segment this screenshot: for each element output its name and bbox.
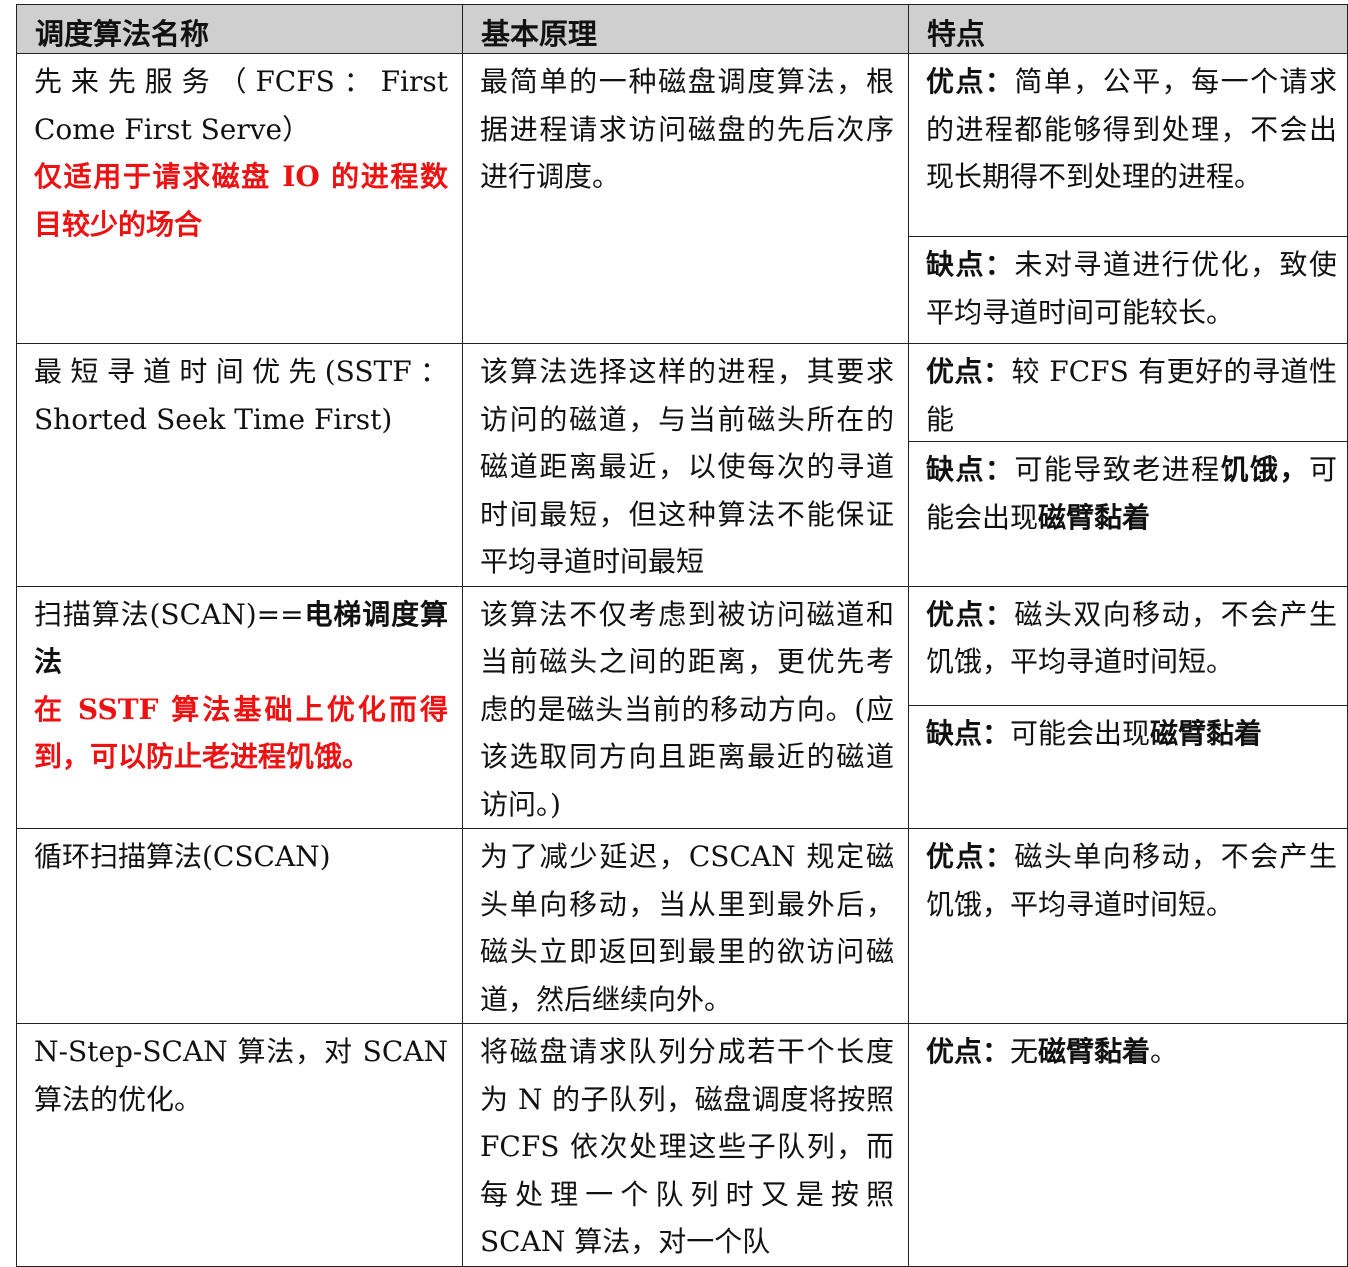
cons-text: 可能会出现 <box>1010 716 1151 750</box>
principle-cell: 该算法不仅考虑到被访问磁道和当前磁头之间的距离，更优先考虑的是磁头当前的移动方向… <box>462 585 909 829</box>
table-row: 循环扫描算法(CSCAN) 为了减少延迟，CSCAN 规定磁头单向移动，当从里到… <box>16 828 1348 1024</box>
principle-cell: 为了减少延迟，CSCAN 规定磁头单向移动，当从里到最外后，磁头立即返回到最里的… <box>462 828 909 1024</box>
pros-label: 优点： <box>926 355 1012 388</box>
algorithm-name: 扫描算法(SCAN)== <box>34 597 304 631</box>
principle-text: 该算法不仅考虑到被访问磁道和当前磁头之间的距离，更优先考虑的是磁头当前的移动方向… <box>480 597 894 821</box>
algorithm-name-cell: 先来先服务（FCFS：First Come First Serve） 仅适用于请… <box>16 53 463 344</box>
pros-label: 优点： <box>926 840 1015 873</box>
cons-text: 可能导致老进程 <box>1014 453 1221 486</box>
principle-cell: 该算法选择这样的进程，其要求访问的磁道，与当前磁头所在的磁道距离最近，以使每次的… <box>462 343 909 587</box>
pros-section: 优点：无磁臂黏着。 <box>909 1024 1347 1080</box>
principle-cell: 最简单的一种磁盘调度算法，根据进程请求访问磁盘的先后次序进行调度。 <box>462 53 909 344</box>
cons-label: 缺点： <box>926 716 1011 750</box>
algorithm-name: 循环扫描算法(CSCAN) <box>34 840 331 873</box>
algorithm-name-cell: 循环扫描算法(CSCAN) <box>16 828 463 1024</box>
pros-label: 优点： <box>926 1035 1011 1068</box>
pros-section: 优点：磁头双向移动，不会产生饥饿，平均寻道时间短。 <box>909 587 1347 705</box>
header-algorithm-name: 调度算法名称 <box>16 4 463 54</box>
algorithm-name: 最短寻道时间优先(SSTF：Shorted Seek Time First) <box>34 355 448 436</box>
algorithm-note: 在 SSTF 算法基础上优化而得到，可以防止老进程饥饿。 <box>34 692 448 774</box>
table-row: 先来先服务（FCFS：First Come First Serve） 仅适用于请… <box>16 53 1348 344</box>
algorithm-table: 调度算法名称 基本原理 特点 先来先服务（FCFS：First Come Fir… <box>16 4 1348 1267</box>
algorithm-name: N-Step-SCAN 算法，对 SCAN 算法的优化。 <box>34 1035 448 1116</box>
table-row: 扫描算法(SCAN)==电梯调度算法 在 SSTF 算法基础上优化而得到，可以防… <box>16 585 1348 829</box>
table-row: N-Step-SCAN 算法，对 SCAN 算法的优化。 将磁盘请求队列分成若干… <box>16 1023 1348 1267</box>
pros-label: 优点： <box>926 65 1015 98</box>
cons-section: 缺点：未对寻道进行优化，致使平均寻道时间可能较长。 <box>909 236 1347 340</box>
algorithm-name-cell: 最短寻道时间优先(SSTF：Shorted Seek Time First) <box>16 343 463 587</box>
features-cell: 优点：磁头双向移动，不会产生饥饿，平均寻道时间短。 缺点：可能会出现磁臂黏着 <box>908 585 1348 829</box>
table-row: 最短寻道时间优先(SSTF：Shorted Seek Time First) 该… <box>16 343 1348 587</box>
pros-label: 优点： <box>926 597 1015 631</box>
principle-text: 该算法选择这样的进程，其要求访问的磁道，与当前磁头所在的磁道距离最近，以使每次的… <box>480 355 894 578</box>
header-principle: 基本原理 <box>462 4 909 54</box>
principle-text: 将磁盘请求队列分成若干个长度为 N 的子队列，磁盘调度将按照 FCFS 依次处理… <box>480 1035 894 1258</box>
features-cell: 优点：较 FCFS 有更好的寻道性能 缺点：可能导致老进程饥饿，可能会出现磁臂黏… <box>908 343 1348 587</box>
cons-bold-text: 磁臂黏着 <box>1150 716 1263 750</box>
algorithm-name-cell: 扫描算法(SCAN)==电梯调度算法 在 SSTF 算法基础上优化而得到，可以防… <box>16 585 463 829</box>
algorithm-name: 先来先服务（FCFS：First Come First Serve） <box>34 65 448 146</box>
header-row: 调度算法名称 基本原理 特点 <box>16 4 1348 54</box>
algorithm-name-cell: N-Step-SCAN 算法，对 SCAN 算法的优化。 <box>16 1023 463 1267</box>
pros-section: 优点：简单，公平，每一个请求的进程都能够得到处理，不会出现长期得不到处理的进程。 <box>909 54 1347 236</box>
cons-bold-text: 磁臂黏着 <box>1038 500 1151 534</box>
features-cell: 优点：磁头单向移动，不会产生饥饿，平均寻道时间短。 <box>908 828 1348 1024</box>
pros-text: 无 <box>1010 1035 1039 1068</box>
pros-section: 优点：磁头单向移动，不会产生饥饿，平均寻道时间短。 <box>909 829 1347 932</box>
algorithm-note: 仅适用于请求磁盘 IO 的进程数目较少的场合 <box>34 160 448 241</box>
principle-text: 为了减少延迟，CSCAN 规定磁头单向移动，当从里到最外后，磁头立即返回到最里的… <box>480 840 894 1016</box>
cons-bold-text: 饥饿， <box>1220 453 1309 486</box>
cons-section: 缺点：可能会出现磁臂黏着 <box>909 704 1347 762</box>
principle-cell: 将磁盘请求队列分成若干个长度为 N 的子队列，磁盘调度将按照 FCFS 依次处理… <box>462 1023 909 1267</box>
features-cell: 优点：无磁臂黏着。 <box>908 1023 1348 1267</box>
cons-label: 缺点： <box>926 248 1015 281</box>
features-cell: 优点：简单，公平，每一个请求的进程都能够得到处理，不会出现长期得不到处理的进程。… <box>908 53 1348 344</box>
pros-section: 优点：较 FCFS 有更好的寻道性能 <box>909 344 1347 441</box>
principle-text: 最简单的一种磁盘调度算法，根据进程请求访问磁盘的先后次序进行调度。 <box>480 65 894 193</box>
cons-section: 缺点：可能导致老进程饥饿，可能会出现磁臂黏着 <box>909 441 1347 545</box>
pros-text: 。 <box>1150 1035 1179 1068</box>
pros-bold-text: 磁臂黏着 <box>1038 1035 1151 1068</box>
header-features: 特点 <box>908 4 1348 54</box>
cons-label: 缺点： <box>926 453 1015 486</box>
